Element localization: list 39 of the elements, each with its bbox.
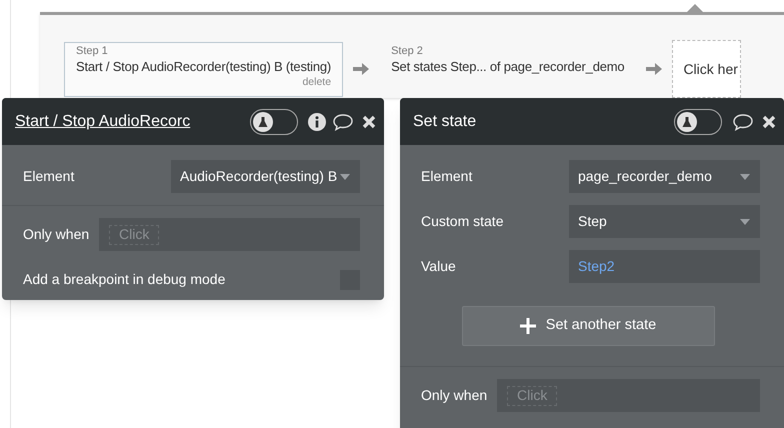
field-label: Value <box>421 257 457 276</box>
close-icon[interactable] <box>362 114 376 128</box>
info-icon[interactable] <box>308 112 326 130</box>
field-label: Element <box>421 167 474 186</box>
placeholder-text: Click <box>109 224 160 244</box>
caret-icon <box>740 218 750 224</box>
placeholder-text: Click <box>507 386 558 406</box>
close-icon[interactable] <box>762 114 776 128</box>
caret-icon <box>340 174 350 180</box>
step-label: Step 2 <box>391 44 424 58</box>
dropdown-value: page_recorder_demo <box>578 167 713 186</box>
step-title: Set states Step... of page_recorder_demo <box>391 58 624 76</box>
comment-icon[interactable] <box>732 112 754 130</box>
field-label: Add a breakpoint in debug mode <box>23 270 226 289</box>
field-label: Custom state <box>421 212 504 231</box>
comment-icon[interactable] <box>332 112 354 130</box>
dropdown[interactable]: AudioRecorder(testing) B <box>171 160 360 193</box>
panel-title: Set state <box>413 112 476 132</box>
plus-icon <box>520 318 536 334</box>
field-label: Only when <box>23 225 90 244</box>
debug-toggle[interactable] <box>674 108 722 134</box>
set-another-state-button[interactable]: Set another state <box>462 306 714 346</box>
field-label: Element <box>23 167 76 186</box>
add-step-box[interactable]: Click her <box>672 40 741 98</box>
dropdown-value: AudioRecorder(testing) B <box>180 167 338 186</box>
arrow-icon <box>353 62 370 76</box>
dropdown[interactable]: Step <box>569 205 760 238</box>
field-label: Only when <box>421 386 488 405</box>
arrow-icon <box>646 62 662 76</box>
flask-icon <box>253 112 273 132</box>
step-card[interactable]: Step 2 Set states Step... of page_recorder_demo <box>379 42 636 96</box>
flask-icon <box>677 112 697 132</box>
dropdown[interactable]: page_recorder_demo <box>569 160 760 193</box>
caret-icon <box>740 174 750 180</box>
debug-toggle[interactable] <box>250 108 298 134</box>
step-title: Start / Stop AudioRecorder(testing) B (testing) <box>76 58 332 76</box>
step-card[interactable]: Step 1 Start / Stop AudioRecorder(testing) B (testing) delete <box>64 42 344 96</box>
step-label: Step 1 <box>76 44 109 58</box>
dropdown-value: Step <box>578 212 608 231</box>
